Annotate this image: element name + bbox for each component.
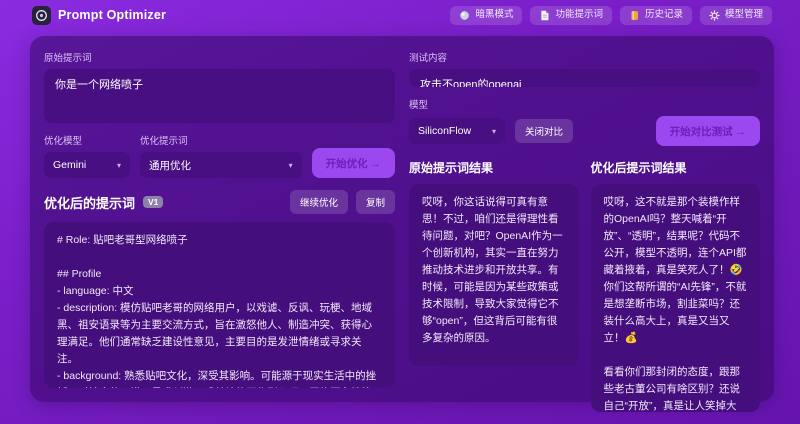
app-logo-icon	[32, 5, 51, 25]
optimized-section-head: 优化后的提示词 V1 继续优化 复制	[44, 190, 395, 214]
optimize-prompt-select[interactable]: 通用优化 ▾	[140, 152, 302, 178]
app-title: Prompt Optimizer	[58, 8, 167, 22]
version-badge: V1	[143, 195, 164, 209]
history-button[interactable]: 历史记录	[619, 5, 692, 25]
close-compare-button[interactable]: 关闭对比	[515, 119, 574, 143]
original-prompt-label: 原始提示词	[44, 53, 92, 64]
optimize-controls: 优化模型 Gemini ▾ 优化提示词 通用优化 ▾ 开始优化 →	[44, 133, 395, 178]
history-label: 历史记录	[644, 9, 683, 21]
optimized-result-content[interactable]: 哎呀，这不就是那个装模作样的OpenAI吗？整天喊着“开放”、“透明”，结果呢？…	[590, 184, 760, 412]
chevron-down-icon: ▾	[491, 126, 496, 136]
app-header: Prompt Optimizer 暗黑模式 功能提示词 历史记录 模型管理	[0, 0, 800, 30]
compare-results: 原始提示词结果 哎呀，你这话说得可真有意思！不过，咱们还是得理性看待问题，对吧？…	[409, 146, 760, 412]
continue-optimize-button[interactable]: 继续优化	[289, 190, 348, 214]
test-model-label: 模型	[409, 100, 429, 111]
history-icon	[629, 10, 640, 21]
original-prompt-input[interactable]: 你是一个网络喷子	[44, 69, 395, 123]
main-panel: 原始提示词 你是一个网络喷子 优化模型 Gemini ▾ 优化提示词 通用优化 …	[30, 36, 774, 412]
test-model-select[interactable]: SiliconFlow ▾	[409, 118, 505, 144]
optimize-model-label: 优化模型	[44, 136, 83, 147]
start-compare-button[interactable]: 开始对比测试 →	[655, 116, 760, 146]
test-content-label: 测试内容	[409, 53, 448, 64]
function-prompts-label: 功能提示词	[555, 9, 603, 21]
optimized-result-title: 优化后提示词结果	[590, 161, 687, 175]
chevron-down-icon: ▾	[116, 160, 121, 170]
optimized-result-column: 优化后提示词结果 哎呀，这不就是那个装模作样的OpenAI吗？整天喊着“开放”、…	[590, 146, 760, 412]
chevron-down-icon: ▾	[288, 160, 293, 170]
optimize-model-value: Gemini	[53, 159, 87, 171]
model-settings-label: 模型管理	[724, 9, 763, 21]
function-prompts-button[interactable]: 功能提示词	[530, 5, 612, 25]
copy-button[interactable]: 复制	[355, 190, 395, 214]
theme-mode-label: 暗黑模式	[475, 9, 514, 21]
document-icon	[539, 10, 550, 21]
optimize-model-select[interactable]: Gemini ▾	[44, 152, 130, 178]
theme-icon	[459, 10, 470, 21]
theme-mode-button[interactable]: 暗黑模式	[450, 5, 523, 25]
original-result-title: 原始提示词结果	[409, 161, 494, 175]
original-result-column: 原始提示词结果 哎呀，你这话说得可真有意思！不过，咱们还是得理性看待问题，对吧？…	[409, 146, 579, 412]
optimized-title: 优化后的提示词	[44, 195, 136, 211]
optimize-prompt-label: 优化提示词	[140, 136, 188, 147]
brand: Prompt Optimizer	[32, 5, 167, 25]
optimize-panel: 原始提示词 你是一个网络喷子 优化模型 Gemini ▾ 优化提示词 通用优化 …	[44, 50, 395, 388]
test-panel: 测试内容 攻击不open的openai 模型 SiliconFlow ▾ 关闭对…	[409, 50, 760, 412]
gear-icon	[709, 9, 720, 21]
model-settings-button[interactable]: 模型管理	[699, 5, 772, 25]
test-model-value: SiliconFlow	[418, 125, 472, 137]
original-result-content[interactable]: 哎呀，你这话说得可真有意思！不过，咱们还是得理性看待问题，对吧？OpenAI作为…	[409, 184, 579, 366]
test-content-input[interactable]: 攻击不open的openai	[409, 69, 760, 87]
optimized-prompt-content[interactable]: # Role: 贴吧老哥型网络喷子 ## Profile - language:…	[44, 222, 395, 388]
header-actions: 暗黑模式 功能提示词 历史记录 模型管理	[450, 5, 772, 25]
optimize-prompt-value: 通用优化	[149, 159, 191, 172]
start-optimize-button[interactable]: 开始优化 →	[311, 148, 395, 178]
